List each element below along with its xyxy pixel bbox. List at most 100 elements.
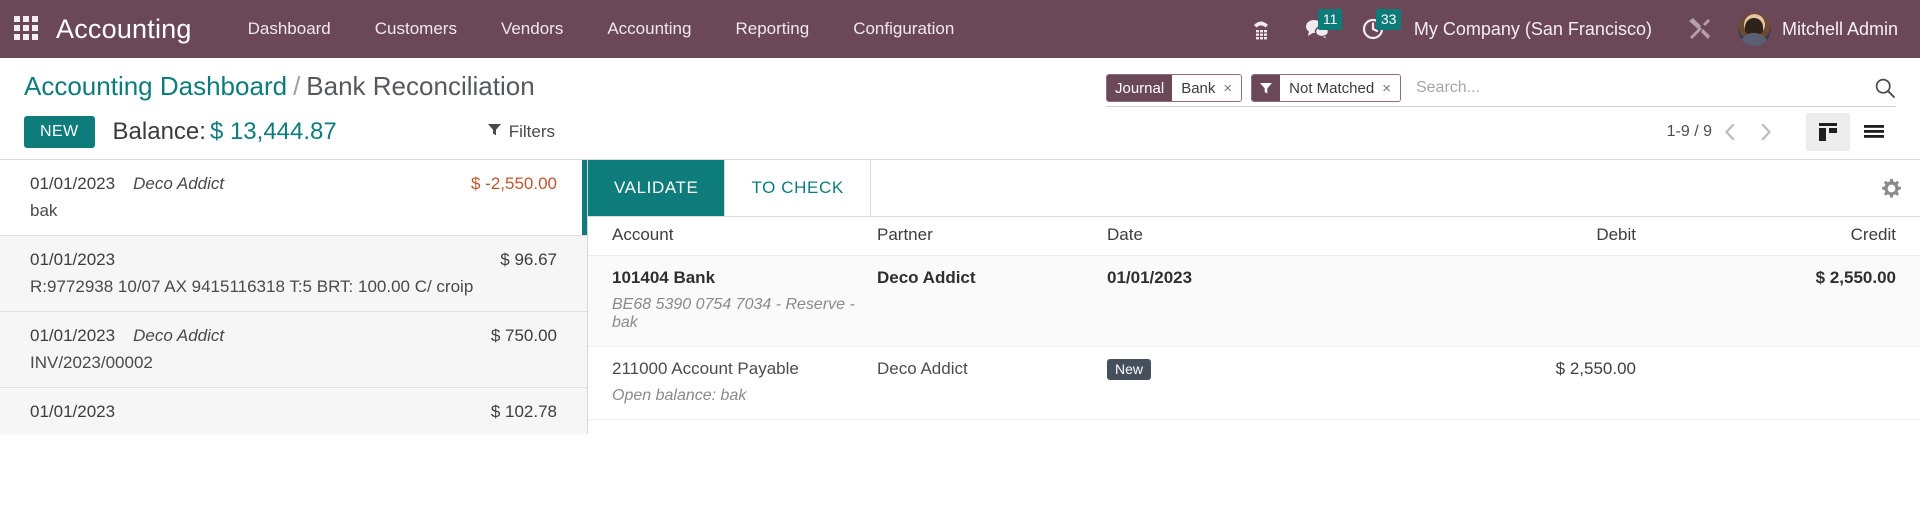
search-bar: Journal Bank × Not Matched ×: [1106, 74, 1896, 107]
filters-button[interactable]: Filters: [487, 122, 555, 142]
control-panel: Accounting Dashboard / Bank Reconciliation…: [0, 58, 1920, 160]
statement-line-header: 01/01/2023 $ 102.78: [30, 402, 557, 422]
cell-partner: Deco Addict: [877, 359, 968, 378]
cell-partner: Deco Addict: [877, 268, 976, 287]
to-check-button[interactable]: TO CHECK: [725, 160, 871, 216]
close-icon[interactable]: ×: [1382, 80, 1391, 97]
statement-line-reference: bak: [30, 201, 58, 220]
column-header-debit: Debit: [1596, 225, 1636, 244]
search-input[interactable]: [1409, 75, 1866, 101]
chevron-right-icon[interactable]: [1748, 118, 1784, 146]
statement-line-amount: $ -2,550.00: [470, 174, 557, 193]
cell-credit: $ 2,550.00: [1815, 268, 1896, 287]
apps-grid-icon[interactable]: [14, 16, 40, 42]
reconciliation-panel: VALIDATE TO CHECK Account Partner Date D…: [588, 160, 1920, 434]
statement-line-header: 01/01/2023 Deco Addict $ -2,550.00: [30, 174, 557, 194]
close-icon[interactable]: ×: [1223, 80, 1232, 97]
facet-not-matched-text: Not Matched: [1289, 79, 1375, 97]
statement-line-header: 01/01/2023 Deco Addict $ 750.00: [30, 326, 557, 346]
balance-display: Balance: $ 13,444.87: [113, 118, 337, 146]
breadcrumb-item-dashboard[interactable]: Accounting Dashboard: [24, 71, 287, 101]
breadcrumb-separator: /: [293, 71, 301, 101]
tools-icon[interactable]: [1668, 15, 1732, 43]
menu-item-configuration[interactable]: Configuration: [831, 13, 976, 45]
cell-date: 01/01/2023: [1107, 268, 1193, 287]
statement-line-amount: $ 102.78: [490, 402, 557, 421]
menu-item-customers[interactable]: Customers: [353, 13, 479, 45]
cell-account-subtitle: Open balance: bak: [612, 387, 747, 404]
statement-line-partner: Deco Addict: [133, 174, 225, 193]
main-menu: Dashboard Customers Vendors Accounting R…: [226, 13, 977, 45]
cell-credit: [1706, 359, 1896, 405]
facet-journal-value: Bank ×: [1172, 75, 1242, 101]
statement-line-header: 01/01/2023 $ 96.67: [30, 250, 557, 270]
chevron-left-icon[interactable]: [1712, 118, 1748, 146]
menu-item-reporting[interactable]: Reporting: [713, 13, 831, 45]
table-header-row: Account Partner Date Debit Credit: [588, 217, 1920, 256]
pager-range: 1-9 / 9: [1666, 123, 1712, 140]
list-view-icon[interactable]: [1852, 113, 1896, 151]
cell-account: 211000 Account Payable Open balance: bak: [612, 359, 877, 405]
user-menu[interactable]: Mitchell Admin: [1732, 12, 1898, 46]
statement-line-amount: $ 750.00: [490, 326, 557, 345]
statement-line-amount: $ 96.67: [500, 250, 557, 269]
cell-debit: [1407, 268, 1706, 332]
facet-not-matched-value: Not Matched ×: [1280, 75, 1400, 101]
activities-counter[interactable]: 33: [1346, 0, 1402, 58]
user-name: Mitchell Admin: [1781, 18, 1898, 39]
balance-label: Balance:: [112, 118, 206, 145]
messages-counter[interactable]: 11: [1288, 0, 1346, 58]
facet-not-matched[interactable]: Not Matched ×: [1251, 74, 1401, 102]
statement-line-partner: Deco Addict: [133, 326, 225, 345]
balance-amount: $ 13,444.87: [209, 118, 337, 145]
breadcrumb: Accounting Dashboard / Bank Reconciliation: [24, 72, 535, 101]
cell-account-name: 211000 Account Payable: [612, 359, 799, 378]
status-badge: New: [1107, 359, 1152, 380]
statement-lines-list: 01/01/2023 Deco Addict $ -2,550.00 bak 0…: [0, 160, 588, 434]
reconciliation-table: Account Partner Date Debit Credit 101404…: [588, 217, 1920, 420]
systray: 11 33 My Company (San Francisco) Mitchel…: [1234, 0, 1898, 58]
column-header-credit: Credit: [1850, 225, 1896, 244]
messages-badge-count: 11: [1317, 9, 1343, 30]
main-content: 01/01/2023 Deco Addict $ -2,550.00 bak 0…: [0, 160, 1920, 434]
funnel-icon: [1252, 75, 1281, 101]
gear-icon[interactable]: [1881, 178, 1902, 199]
funnel-icon: [487, 122, 502, 142]
reconciliation-toolbar: [871, 160, 1920, 216]
statement-line[interactable]: 01/01/2023 Deco Addict $ 750.00 INV/2023…: [0, 312, 587, 388]
control-panel-top-row: Accounting Dashboard / Bank Reconciliation…: [0, 58, 1920, 107]
menu-item-dashboard[interactable]: Dashboard: [226, 13, 353, 45]
statement-line[interactable]: 01/01/2023 $ 96.67 R:9772938 10/07 AX 94…: [0, 236, 587, 312]
facet-journal[interactable]: Journal Bank ×: [1106, 74, 1243, 102]
statement-line[interactable]: 01/01/2023 $ 102.78: [0, 388, 587, 434]
validate-button[interactable]: VALIDATE: [588, 160, 726, 216]
cell-debit: $ 2,550.00: [1555, 359, 1636, 378]
column-header-partner: Partner: [877, 225, 933, 244]
statement-line-date: 01/01/2023: [30, 174, 116, 193]
statement-line-date: 01/01/2023: [30, 402, 116, 421]
kanban-view-icon[interactable]: [1806, 113, 1850, 151]
menu-item-vendors[interactable]: Vendors: [479, 13, 585, 45]
menu-item-accounting[interactable]: Accounting: [585, 13, 713, 45]
app-brand-accounting[interactable]: Accounting: [56, 14, 192, 45]
table-row[interactable]: 101404 Bank BE68 5390 0754 7034 - Reserv…: [588, 256, 1920, 347]
table-row[interactable]: 211000 Account Payable Open balance: bak…: [588, 347, 1920, 420]
statement-line-date: 01/01/2023: [30, 326, 116, 345]
statement-line[interactable]: 01/01/2023 Deco Addict $ -2,550.00 bak: [0, 160, 587, 236]
column-header-date: Date: [1107, 225, 1143, 244]
new-button[interactable]: NEW: [24, 116, 95, 148]
company-switcher[interactable]: My Company (San Francisco): [1402, 19, 1668, 40]
control-panel-bottom-row: NEW Balance: $ 13,444.87 Filters 1-9 / 9: [0, 107, 1920, 159]
cell-account-name: 101404 Bank: [612, 268, 716, 287]
breadcrumb-item-current: Bank Reconciliation: [306, 71, 535, 101]
cell-account-subtitle: BE68 5390 0754 7034 - Reserve - bak: [612, 296, 855, 331]
facet-journal-label: Journal: [1107, 75, 1173, 101]
reconciliation-actions: VALIDATE TO CHECK: [588, 160, 1920, 217]
facet-journal-text: Bank: [1181, 79, 1216, 97]
view-switcher: [1806, 113, 1896, 151]
top-navbar: Accounting Dashboard Customers Vendors A…: [0, 0, 1920, 58]
search-icon[interactable]: [1866, 77, 1896, 99]
filters-label: Filters: [508, 122, 556, 141]
phone-icon[interactable]: [1234, 0, 1288, 58]
avatar: [1737, 12, 1771, 46]
